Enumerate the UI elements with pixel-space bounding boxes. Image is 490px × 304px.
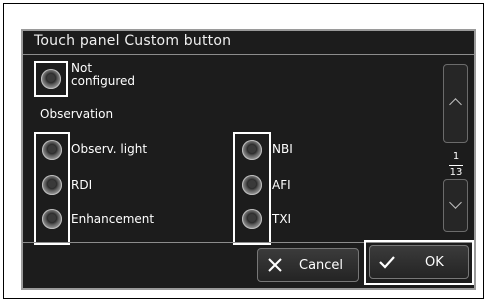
page-current: 1	[452, 151, 460, 162]
radio-enhancement[interactable]	[42, 209, 62, 229]
ok-label: OK	[425, 255, 444, 270]
option-label-txi: TXI	[272, 212, 292, 226]
dialog-title: Touch panel Custom button	[34, 33, 232, 49]
radio-txi[interactable]	[242, 209, 262, 229]
radio-not-configured[interactable]	[41, 69, 61, 89]
option-label-rdi: RDI	[71, 178, 93, 192]
scroll-up-button[interactable]	[443, 64, 468, 143]
ok-button[interactable]: OK	[369, 245, 469, 279]
close-icon	[268, 258, 282, 272]
chevron-up-icon	[449, 98, 462, 111]
section-label-observation: Observation	[40, 107, 114, 121]
cancel-button[interactable]: Cancel	[257, 248, 359, 282]
page-total: 13	[449, 167, 463, 178]
option-label-nbi: NBI	[272, 142, 293, 156]
button-bar: Cancel OK	[23, 240, 474, 288]
custom-button-dialog: Touch panel Custom button Not configured…	[21, 29, 476, 290]
option-label-enhancement: Enhancement	[71, 212, 155, 226]
title-bar: Touch panel Custom button	[23, 31, 474, 55]
page-divider	[449, 165, 463, 166]
scroll-down-button[interactable]	[443, 179, 468, 232]
radio-rdi[interactable]	[42, 175, 62, 195]
option-label-observ-light: Observ. light	[71, 142, 148, 156]
radio-afi[interactable]	[242, 175, 262, 195]
chevron-down-icon	[449, 196, 462, 209]
option-label-not-configured: Not configured	[71, 61, 135, 88]
cancel-label: Cancel	[299, 258, 344, 273]
option-label-afi: AFI	[272, 178, 291, 192]
radio-nbi[interactable]	[242, 140, 262, 160]
checkmark-icon	[379, 256, 395, 269]
options-area: Not configured Observation Observ. light…	[23, 55, 474, 245]
radio-observ-light[interactable]	[42, 140, 62, 160]
